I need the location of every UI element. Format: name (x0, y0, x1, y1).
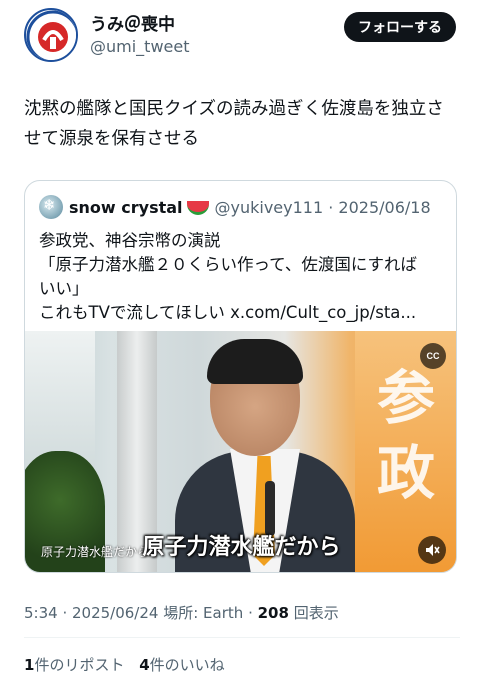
quoted-user-name: snow crystal (69, 197, 183, 217)
user-name[interactable]: うみ＠喪中 (90, 10, 175, 35)
mute-icon (426, 544, 440, 556)
tweet-location: 場所: Earth (163, 604, 244, 622)
avatar[interactable] (24, 8, 78, 62)
quoted-tweet[interactable]: snow crystal @yukivey111 · 2025/06/18 参政… (24, 180, 457, 573)
quoted-text: 参政党、神谷宗幣の演説 「原子力潜水艦２０くらい作って、佐渡国にすれば いい」 … (39, 229, 449, 325)
tweet-stats: 1件のリポスト 4件のいいね (24, 654, 235, 675)
tweet-time-date[interactable]: 5:34 · 2025/06/24 (24, 604, 158, 622)
tweet-meta: 5:34 · 2025/06/24 場所: Earth · 208 回表示 (24, 604, 339, 622)
tweet-header: うみ＠喪中 @umi_tweet フォローする (24, 8, 460, 68)
microphone (265, 481, 275, 536)
reposts-count: 1 (24, 656, 35, 674)
view-count: 208 (257, 604, 289, 622)
view-label: 回表示 (293, 604, 339, 622)
quoted-avatar (39, 195, 63, 219)
quoted-text-line: いい」 (39, 279, 89, 298)
quoted-handle-date: @yukivey111 · 2025/06/18 (214, 197, 431, 217)
watermelon-icon (186, 201, 209, 215)
likes-count: 4 (139, 656, 150, 674)
quoted-text-line: 参政党、神谷宗幣の演説 (39, 231, 221, 250)
captions-button[interactable]: CC (420, 343, 446, 369)
quoted-text-line: 「原子力潜水艦２０くらい作って、佐渡国にすれば (39, 255, 418, 274)
video-subtitle: 原子力潜水艦だから (142, 535, 341, 560)
follow-button[interactable]: フォローする (344, 12, 456, 42)
speaker-hair (207, 339, 303, 384)
tweet-text: 沈黙の艦隊と国民クイズの読み過ぎく佐渡島を独立させて源泉を保有させる (24, 99, 444, 149)
mute-button[interactable] (418, 536, 446, 564)
quoted-text-line[interactable]: これもTVで流してほしい x.com/Cult_co_jp/sta... (39, 301, 449, 325)
quoted-tweet-header: snow crystal @yukivey111 · 2025/06/18 (39, 195, 431, 219)
divider (24, 637, 460, 638)
video-player[interactable]: 参 政 原子力潜水艦だから 原子力潜水艦だから CC (25, 331, 456, 572)
likes-stat[interactable]: 4件のいいね (139, 656, 224, 674)
reposts-stat[interactable]: 1件のリポスト (24, 656, 129, 674)
likes-label: 件のいいね (149, 656, 225, 674)
user-handle[interactable]: @umi_tweet (90, 37, 190, 56)
reposts-label: 件のリポスト (34, 656, 125, 674)
banner-char: 政 (377, 439, 436, 507)
